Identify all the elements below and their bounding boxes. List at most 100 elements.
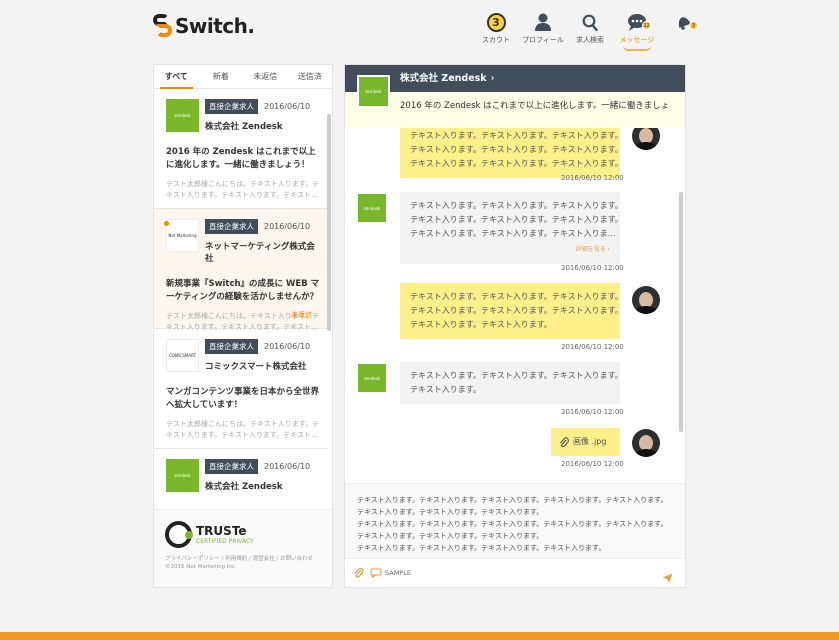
conversation-company-name: 株式会社 Zendesk bbox=[400, 73, 487, 84]
nav-scout-label: スカウト bbox=[482, 36, 510, 44]
thread-date: 2016/06/10 bbox=[264, 342, 311, 351]
thread-excerpt: テスト太郎様こんにちは。テキスト入ります。テキスト入ります。テキスト入ります。テ… bbox=[166, 180, 320, 199]
message-line: テキスト入ります。テキスト入ります。テキスト入りま… bbox=[410, 229, 616, 238]
nav-profile[interactable]: プロフィール bbox=[521, 12, 565, 45]
message-timestamp: 2016/06/10 12:00 bbox=[561, 343, 624, 351]
thread-item[interactable]: COMICSMART 直接企業求人 2016/06/10 コミックスマート株式会… bbox=[154, 329, 328, 449]
copyright: ©2016 Net Marketing Inc. bbox=[165, 564, 237, 570]
message-thread: テキスト入ります。テキスト入ります。テキスト入ります。 テキスト入ります。テキス… bbox=[345, 128, 685, 482]
nav-job-search[interactable]: 求人検索 bbox=[568, 12, 612, 45]
company-logo: Net Marketing bbox=[166, 219, 199, 252]
sidebar-footer: TRUSTe CERTIFIED PRIVACY プライバシーポリシー / 利用… bbox=[154, 509, 332, 587]
page-footer-bar bbox=[0, 632, 839, 640]
scout-count-icon: 3 bbox=[486, 12, 506, 32]
my-message-bubble: テキスト入ります。テキスト入ります。テキスト入ります。 テキスト入ります。テキス… bbox=[400, 283, 623, 339]
thread-subject: マンガコンテンツ事業を日本から全世界へ拡大しています！ bbox=[166, 387, 320, 410]
truste-title: TRUSTe bbox=[196, 524, 247, 538]
message-scrollbar[interactable] bbox=[679, 192, 683, 432]
thread-item[interactable]: zendesk 直接企業求人 2016/06/10 株式会社 Zendesk bbox=[154, 449, 328, 511]
tab-sent[interactable]: 送信済 bbox=[288, 65, 333, 88]
notifications-badge: 3 bbox=[689, 21, 698, 30]
attachment-bubble[interactable]: 画像 .jpg bbox=[551, 428, 620, 456]
nav-notifications[interactable]: 3 bbox=[662, 12, 706, 45]
company-logo: COMICSMART bbox=[166, 339, 199, 372]
switch-logo[interactable]: Switch. bbox=[153, 14, 255, 38]
compose-toolbar: SAMPLE bbox=[345, 558, 685, 587]
company-message-bubble: テキスト入ります。テキスト入ります。テキスト入ります。 テキスト入ります。 bbox=[400, 362, 623, 404]
thread-list-panel: すべて 新着 未返信 送信済 zendesk 直接企業求人 2016/06/10… bbox=[153, 64, 333, 588]
attach-file-icon[interactable] bbox=[353, 564, 364, 583]
message-line: テキスト入ります。テキスト入ります。テキスト入ります。 bbox=[410, 292, 623, 301]
company-name: 株式会社 Zendesk bbox=[205, 122, 283, 132]
nav-profile-label: プロフィール bbox=[522, 36, 564, 44]
thread-date: 2016/06/10 bbox=[264, 102, 311, 111]
message-line: テキスト入ります。テキスト入ります。テキスト入ります。 bbox=[410, 201, 623, 210]
global-nav: 3 スカウト プロフィール 求人検索 12 メッセージ 3 bbox=[474, 12, 709, 51]
message-compose-area[interactable]: テキスト入ります。テキスト入ります。テキスト入ります。テキスト入ります。テキスト… bbox=[345, 483, 685, 559]
truste-seal[interactable]: TRUSTe CERTIFIED PRIVACY bbox=[165, 521, 332, 548]
thread-subject: 新規事業『Switch』の成長に WEB マーケティングの経験を活かしませんか？ bbox=[166, 279, 320, 302]
tab-new[interactable]: 新着 bbox=[199, 65, 244, 88]
thread-list: zendesk 直接企業求人 2016/06/10 株式会社 Zendesk 2… bbox=[154, 89, 332, 511]
chevron-right-icon: › bbox=[490, 73, 495, 84]
message-line: テキスト入ります。 bbox=[410, 385, 481, 394]
sample-template-button[interactable]: SAMPLE bbox=[370, 568, 411, 578]
thread-list-scrollbar[interactable] bbox=[327, 114, 331, 331]
brand-name: Switch. bbox=[175, 14, 255, 38]
tab-all[interactable]: すべて bbox=[154, 65, 199, 89]
switch-logo-icon bbox=[153, 14, 173, 38]
thread-date: 2016/06/10 bbox=[264, 222, 311, 231]
nav-job-search-label: 求人検索 bbox=[576, 36, 604, 44]
conversation-company-logo: zendesk bbox=[357, 75, 390, 108]
thread-filter-tabs: すべて 新着 未返信 送信済 bbox=[154, 65, 332, 89]
speech-bubble-icon bbox=[370, 568, 382, 578]
unreplied-status: 未返信 bbox=[291, 311, 312, 319]
job-type-tag: 直接企業求人 bbox=[205, 99, 258, 114]
attachment-filename: 画像 .jpg bbox=[573, 437, 607, 446]
message-line: テキスト入ります。テキスト入ります。テキスト入ります。 bbox=[410, 131, 623, 140]
search-icon bbox=[582, 12, 598, 32]
nav-scout[interactable]: 3 スカウト bbox=[474, 12, 518, 45]
paperclip-icon bbox=[560, 436, 569, 447]
conversation-header[interactable]: 株式会社 Zendesk › bbox=[345, 65, 685, 92]
footer-links[interactable]: プライバシーポリシー / 利用規約 / 運営会社 / お問い合わせ bbox=[165, 554, 332, 562]
message-line: テキスト入ります。テキスト入ります。テキスト入ります。 bbox=[410, 159, 623, 168]
message-line: テキスト入ります。テキスト入ります。テキスト入ります。 bbox=[410, 306, 623, 315]
company-name: コミックスマート株式会社 bbox=[205, 362, 307, 372]
compose-line: テキスト入ります。テキスト入ります。テキスト入ります。 bbox=[357, 532, 544, 540]
thread-excerpt: テスト太郎様こんにちは。テキスト入ります。テキスト入ります。テキスト入ります。テ… bbox=[166, 420, 320, 439]
company-logo: zendesk bbox=[166, 459, 199, 492]
thread-item[interactable]: zendesk 直接企業求人 2016/06/10 株式会社 Zendesk 2… bbox=[154, 89, 328, 209]
company-message-bubble: テキスト入ります。テキスト入ります。テキスト入ります。 テキスト入ります。テキス… bbox=[400, 192, 623, 264]
read-more-link[interactable]: 詳細を見る › bbox=[410, 243, 610, 257]
conversation-panel: zendesk 株式会社 Zendesk › 2016 年の Zendesk はこ… bbox=[344, 64, 686, 588]
compose-line: テキスト入ります。テキスト入ります。テキスト入ります。テキスト入ります。テキスト… bbox=[357, 520, 668, 528]
compose-line: テキスト入ります。テキスト入ります。テキスト入ります。 bbox=[357, 508, 544, 516]
job-type-tag: 直接企業求人 bbox=[205, 459, 258, 474]
message-line: テキスト入ります。テキスト入ります。 bbox=[410, 320, 552, 329]
user-avatar bbox=[632, 286, 660, 314]
send-icon[interactable] bbox=[662, 568, 673, 587]
job-type-tag: 直接企業求人 bbox=[205, 339, 258, 354]
message-line: テキスト入ります。テキスト入ります。テキスト入ります。 bbox=[410, 145, 623, 154]
thread-subject: 2016 年の Zendesk はこれまで以上に進化します。一緒に働きましょう！ bbox=[166, 147, 316, 170]
message-line: テキスト入ります。テキスト入ります。テキスト入ります。 bbox=[410, 371, 623, 380]
company-name: ネットマーケティング株式会社 bbox=[205, 242, 315, 264]
user-avatar bbox=[632, 429, 660, 457]
compose-line: テキスト入ります。テキスト入ります。テキスト入ります。テキスト入ります。テキスト… bbox=[357, 496, 668, 504]
thread-item[interactable]: Net Marketing 直接企業求人 2016/06/10 ネットマーケティ… bbox=[154, 209, 328, 331]
message-timestamp: 2016/06/10 12:00 bbox=[561, 460, 624, 468]
message-timestamp: 2016/06/10 12:00 bbox=[561, 408, 624, 416]
message-timestamp: 2016/06/10 12:00 bbox=[561, 174, 624, 182]
nav-messages[interactable]: 12 メッセージ bbox=[615, 12, 659, 51]
company-name: 株式会社 Zendesk bbox=[205, 482, 283, 492]
truste-subtitle: CERTIFIED PRIVACY bbox=[196, 538, 254, 545]
user-avatar bbox=[632, 128, 660, 150]
truste-logo-icon bbox=[165, 521, 193, 548]
thread-date: 2016/06/10 bbox=[264, 462, 311, 471]
message-line: テキスト入ります。テキスト入ります。テキスト入ります。 bbox=[410, 215, 623, 224]
tab-unreplied[interactable]: 未返信 bbox=[243, 65, 288, 88]
sample-label: SAMPLE bbox=[385, 569, 411, 577]
message-timestamp: 2016/06/10 12:00 bbox=[561, 264, 624, 272]
company-logo: zendesk bbox=[166, 99, 199, 132]
